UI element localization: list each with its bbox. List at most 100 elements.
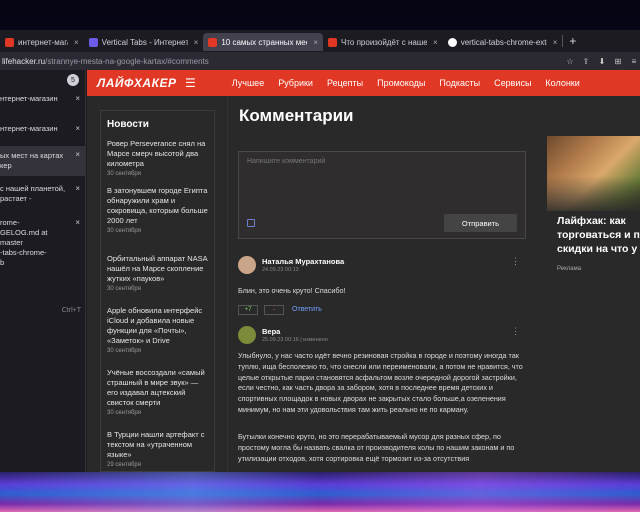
news-item-title: В Турции нашли артефакт с текстом на «ут… [107,430,205,459]
tab-4[interactable]: vertical-tabs-chrome-extensio... × [443,33,563,51]
tab-0[interactable]: интернет-магазин × [0,33,84,51]
news-item[interactable]: Ровер Perseverance снял на Марсе смерч в… [101,135,214,182]
sidebar-tab[interactable]: с нашей планетой, растает - × [0,180,85,208]
news-item-title: Ровер Perseverance снял на Марсе смерч в… [107,139,206,168]
favicon [88,37,98,47]
close-icon[interactable]: × [75,218,80,228]
sidebar-tab-label: с нашей планетой, растает - [0,184,66,203]
news-item-date: 30 сентября [107,171,141,177]
tab-2[interactable]: 10 самых странных мест на ка... × [203,33,324,51]
news-title: Новости [107,119,149,130]
toolbar-icons: ☆ ⇪ ⬇ ⊞ ≡ [564,55,640,67]
comment-author[interactable]: Вера [262,327,280,336]
news-item-title: Apple обновила интерфейс iCloud и добави… [107,306,203,345]
avatar[interactable] [238,326,256,344]
tab-label: Что произойдёт с нашей плане... [341,37,428,47]
favicon [328,37,338,47]
address-bar[interactable]: lifehacker.ru/strannye-mesta-na-google-k… [0,52,640,70]
desktop-wallpaper [0,472,640,512]
avatar[interactable] [238,256,256,274]
news-item[interactable]: Apple обновила интерфейс iCloud и добави… [101,302,214,364]
menu-icon[interactable]: ☰ [185,76,196,90]
browser-window: интернет-магазин × Vertical Tabs - Интерн… [0,30,640,472]
download-icon[interactable]: ⬇ [596,55,608,67]
sidebar-tab-label: нтернет-магазин [0,94,58,103]
news-item-date: 30 сентября [107,228,141,234]
news-item-title: Орбитальный аппарат NASA нашёл на Марсе … [107,254,208,283]
sidebar-tab[interactable]: rome- GELOG.md at master -tabs-chrome- b… [0,214,85,272]
tab-label: vertical-tabs-chrome-extensio... [460,37,547,47]
nav-columns[interactable]: Колонки [545,78,579,88]
sidebar-tab-label: ых мест на картах кер [0,151,64,170]
comment-date: 25.09.23 00:16 | изменено [262,337,328,343]
close-icon[interactable]: × [74,38,79,47]
close-icon[interactable]: × [75,184,80,194]
close-icon[interactable]: × [313,38,318,47]
nav-services[interactable]: Сервисы [494,78,531,88]
sidebar-tab[interactable]: нтернет-магазин × [0,120,85,138]
star-icon[interactable]: ☆ [564,55,576,67]
news-item-title: В затонувшем городе Египта обнаружили хр… [107,186,208,225]
news-item[interactable]: В Турции нашли артефакт с текстом на «ут… [101,426,214,471]
nav-recipes[interactable]: Рецепты [327,78,363,88]
comment: Наталья Мурахтанова 24.09.23 00:13 ⋮ Бли… [238,256,528,316]
promo-title[interactable]: Лайфхак: как торговаться и п скидки на ч… [557,214,640,256]
url-text[interactable]: lifehacker.ru/strannye-mesta-na-google-k… [0,57,209,66]
news-item-date: 30 сентября [107,410,141,416]
nav-podcasts[interactable]: Подкасты [439,78,480,88]
comment: Вера 25.09.23 00:16 | изменено ⋮ Улыбнул… [238,326,528,472]
web-page: ЛАЙФХАКЕР ☰ Лучшее Рубрики Рецепты Промо… [87,70,640,472]
github-icon [447,37,457,47]
menu-icon[interactable]: ≡ [628,55,640,67]
sidebar-tab-label: rome- GELOG.md at master -tabs-chrome- b [0,218,48,267]
news-column: Новости Ровер Perseverance снял на Марсе… [100,110,215,472]
more-icon[interactable]: ⋮ [511,326,520,337]
sidebar-header: 5 [0,70,85,90]
nav-best[interactable]: Лучшее [232,78,264,88]
tab-label: Vertical Tabs - Интернет-магаз... [101,37,188,47]
more-icon[interactable]: ⋮ [511,256,520,267]
close-icon[interactable]: × [75,150,80,160]
tab-label: интернет-магазин [18,37,68,47]
tab-label: 10 самых странных мест на ка... [221,37,307,47]
nav-promocodes[interactable]: Промокоды [377,78,425,88]
close-icon[interactable]: × [433,38,438,47]
close-icon[interactable]: × [194,38,199,47]
reply-link[interactable]: Ответить [292,306,322,313]
share-icon[interactable]: ⇪ [580,55,592,67]
close-icon[interactable]: × [553,38,558,47]
promo-column: Лайфхак: как торговаться и п скидки на ч… [547,96,640,472]
sidebar-tab[interactable]: ых мест на картах кер × [0,146,85,176]
url-host: lifehacker.ru [2,56,46,66]
news-item-date: 30 сентября [107,286,141,292]
news-item[interactable]: Орбитальный аппарат NASA нашёл на Марсе … [101,250,214,302]
news-item-title: Учёные воссоздали «самый страшный в мире… [107,368,205,407]
close-icon[interactable]: × [75,124,80,134]
news-item-date: 29 сентября [107,462,141,468]
extensions-icon[interactable]: ⊞ [612,55,624,67]
comment-input[interactable]: Напишите комментарий [247,158,325,165]
comment-author[interactable]: Наталья Мурахтанова [262,257,344,266]
comments-section: Комментарии Напишите комментарий Отправи… [227,96,539,472]
image-attach-icon[interactable] [247,219,255,227]
vote-down-button[interactable]: - [264,305,284,315]
vertical-tabs-sidebar: 5 нтернет-магазин × нтернет-магазин × ых м… [0,70,86,472]
close-icon[interactable]: × [75,94,80,104]
new-tab-shortcut: Ctrl+T [61,307,81,314]
comment-form: Напишите комментарий Отправить [238,151,526,239]
nav-rubrics[interactable]: Рубрики [278,78,313,88]
new-tab-button[interactable]: + [563,34,582,48]
site-logo[interactable]: ЛАЙФХАКЕР [87,76,227,90]
news-item[interactable]: В затонувшем городе Египта обнаружили хр… [101,182,214,250]
vote-up-button[interactable]: +7 [238,305,258,315]
news-item[interactable]: Учёные воссоздали «самый страшный в мире… [101,364,214,426]
ad-label: Реклама [557,266,582,272]
comment-date: 24.09.23 00:13 [262,267,299,273]
send-button[interactable]: Отправить [444,214,517,232]
favicon [5,37,14,47]
comment-text: Блин, это очень круто! Спасибо! [238,286,346,295]
tab-3[interactable]: Что произойдёт с нашей плане... × [323,33,443,51]
comments-title: Комментарии [239,106,354,125]
tab-1[interactable]: Vertical Tabs - Интернет-магаз... × [84,33,204,51]
sidebar-tab[interactable]: нтернет-магазин × [0,90,85,108]
